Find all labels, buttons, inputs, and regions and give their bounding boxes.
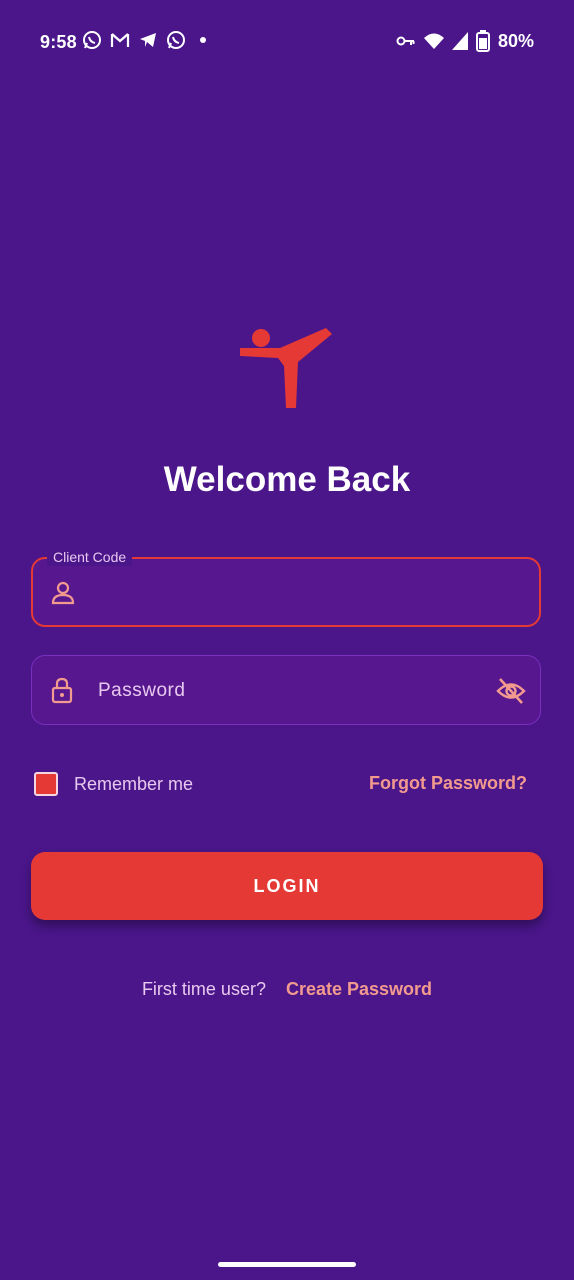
whatsapp-icon bbox=[166, 30, 186, 50]
remember-me-label[interactable]: Remember me bbox=[74, 774, 193, 795]
status-time: 9:58 bbox=[40, 32, 77, 52]
gmail-icon bbox=[110, 30, 130, 50]
wifi-icon bbox=[423, 32, 444, 50]
status-bar: 9:58 80% bbox=[0, 0, 574, 86]
first-time-text: First time user? bbox=[141, 979, 266, 999]
person-icon bbox=[49, 579, 77, 607]
more-notifications-dot bbox=[200, 37, 206, 43]
client-code-field[interactable]: Client Code bbox=[31, 548, 541, 627]
lock-icon bbox=[48, 676, 76, 704]
telegram-icon bbox=[138, 30, 158, 50]
whatsapp-icon bbox=[82, 30, 102, 50]
login-button[interactable]: LOGIN bbox=[31, 852, 543, 920]
password-field[interactable] bbox=[31, 655, 541, 726]
battery-saver-icon bbox=[475, 30, 490, 52]
signal-icon bbox=[451, 32, 468, 50]
forgot-password-link[interactable]: Forgot Password? bbox=[369, 772, 527, 794]
create-password-link[interactable]: Create Password bbox=[286, 979, 432, 1000]
battery-percentage: 80% bbox=[497, 30, 534, 51]
client-code-input[interactable] bbox=[97, 559, 479, 627]
notification-icons bbox=[82, 30, 206, 50]
system-icons: 80% bbox=[396, 30, 534, 52]
app-logo bbox=[238, 326, 336, 412]
visibility-off-icon[interactable] bbox=[496, 676, 526, 706]
vpn-key-icon bbox=[396, 34, 416, 48]
page-title: Welcome Back bbox=[163, 460, 411, 499]
remember-me-row: Remember me bbox=[34, 772, 193, 796]
password-input[interactable] bbox=[96, 656, 480, 726]
remember-me-checkbox[interactable] bbox=[34, 772, 58, 796]
first-time-row: First time user? Create Password bbox=[0, 979, 574, 1000]
home-indicator[interactable] bbox=[218, 1262, 356, 1267]
